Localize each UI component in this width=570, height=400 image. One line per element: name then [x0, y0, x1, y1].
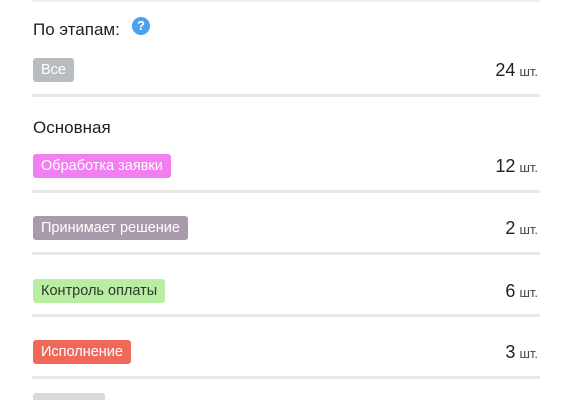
count-unit: шт. — [519, 222, 538, 237]
stage-row-execution[interactable]: Исполнение 3 шт. — [32, 340, 540, 368]
stage-count-all: 24 шт. — [495, 60, 538, 81]
count-unit: шт. — [519, 64, 538, 79]
stage-badge-payment-control[interactable]: Контроль оплаты — [33, 279, 166, 303]
stage-badge-all[interactable]: Все — [33, 58, 74, 82]
count-value: 2 — [505, 218, 516, 238]
divider — [32, 314, 540, 317]
divider — [32, 252, 540, 255]
stage-count-execution: 3 шт. — [505, 342, 538, 363]
top-divider — [32, 0, 540, 2]
count-value: 12 — [495, 156, 516, 176]
divider — [32, 376, 540, 379]
group-title: Основная — [33, 118, 111, 137]
count-value: 24 — [495, 60, 516, 80]
divider — [32, 190, 540, 193]
stages-title: По этапам: — [33, 20, 120, 39]
stage-count-decision: 2 шт. — [505, 218, 538, 239]
stage-count-payment-control: 6 шт. — [505, 281, 538, 302]
stage-badge-decision[interactable]: Принимает решение — [33, 216, 188, 240]
stage-row-processing[interactable]: Обработка заявки 12 шт. — [32, 154, 540, 182]
stage-row-payment-control[interactable]: Контроль оплаты 6 шт. — [32, 279, 540, 307]
count-value: 6 — [505, 281, 516, 301]
count-unit: шт. — [519, 346, 538, 361]
count-unit: шт. — [519, 285, 538, 300]
stage-badge-processing[interactable]: Обработка заявки — [33, 154, 171, 178]
stage-count-processing: 12 шт. — [495, 156, 538, 177]
divider — [32, 94, 540, 97]
stages-panel: По этапам: ? Все 24 шт. Основная Обработк… — [0, 0, 570, 400]
count-unit: шт. — [519, 160, 538, 175]
stage-badge-execution[interactable]: Исполнение — [33, 340, 131, 364]
question-circle-icon[interactable]: ? — [132, 17, 150, 35]
stage-badge-next[interactable] — [33, 393, 105, 400]
stage-row-all[interactable]: Все 24 шт. — [32, 58, 540, 86]
count-value: 3 — [505, 342, 516, 362]
stage-row-decision[interactable]: Принимает решение 2 шт. — [32, 216, 540, 244]
